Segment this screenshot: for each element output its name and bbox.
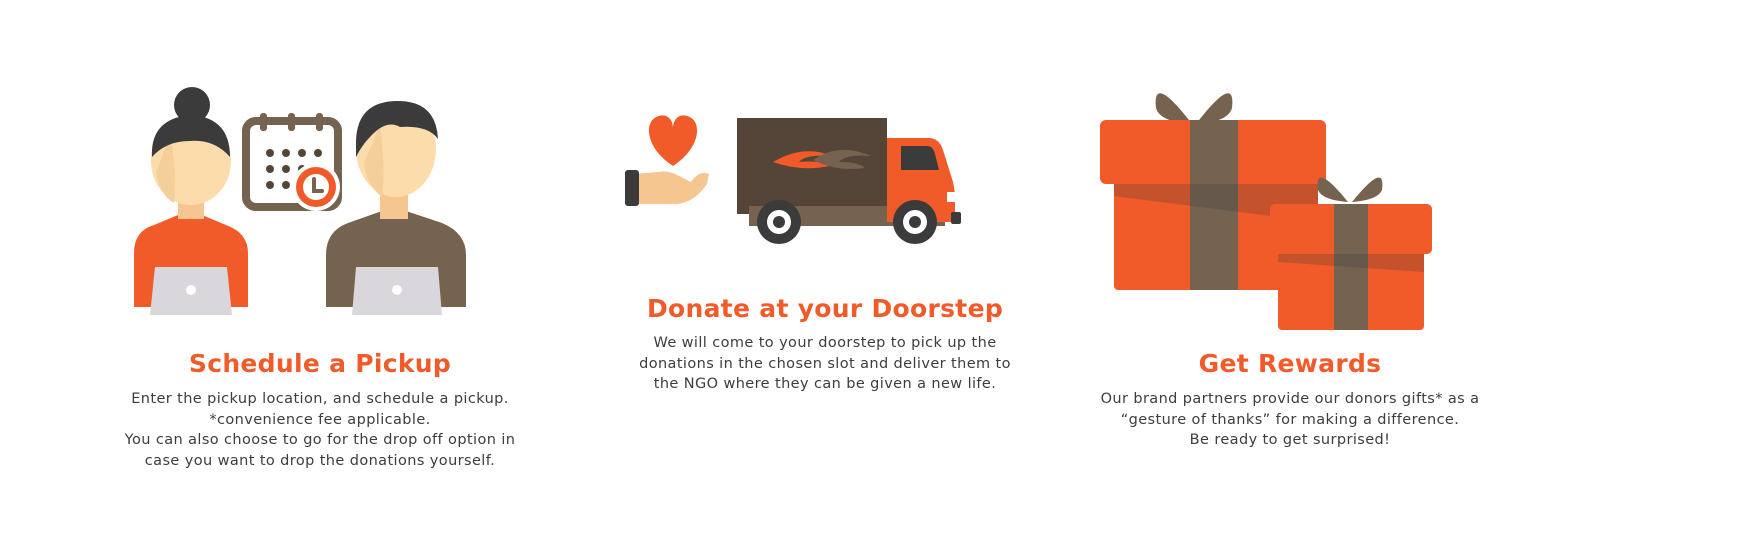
heart-hand — [625, 115, 709, 206]
description-line: Be ready to get surprised! — [1189, 432, 1391, 448]
step-description: Enter the pickup location, and schedule … — [100, 389, 540, 471]
people-laptop-calendar-icon — [134, 87, 466, 315]
heart-hand-truck-icon — [625, 115, 961, 244]
gift-boxes-icon — [1100, 93, 1432, 330]
woman-figure — [134, 87, 248, 315]
description-line: You can also choose to go for the drop o… — [124, 432, 516, 448]
description-line: *convenience fee applicable. — [209, 411, 431, 428]
step-title: Schedule a Pickup — [188, 349, 452, 378]
description-line: case you want to drop the donations your… — [144, 452, 496, 469]
description-line: We will come to your doorstep to pick up… — [653, 335, 997, 351]
step-schedule-pickup: Schedule a Pickup Enter the pickup locat… — [100, 0, 540, 559]
description-line: the NGO where they can be given a new li… — [653, 376, 997, 392]
description-line: “gesture of thanks” for making a differe… — [1120, 411, 1460, 428]
calendar-clock — [242, 113, 342, 211]
man-figure — [326, 101, 466, 315]
description-line: Our brand partners provide our donors gi… — [1100, 391, 1480, 407]
description-line: Enter the pickup location, and schedule … — [131, 391, 509, 407]
step-title: Get Rewards — [1198, 349, 1382, 378]
step-get-rewards: Get Rewards Our brand partners provide o… — [1080, 0, 1500, 559]
truck — [737, 118, 961, 244]
step-description: We will come to your doorstep to pick up… — [560, 333, 1090, 395]
step-donate-doorstep: Donate at your Doorstep We will come to … — [560, 0, 1090, 559]
step-description: Our brand partners provide our donors gi… — [1080, 389, 1500, 451]
description-line: donations in the chosen slot and deliver… — [639, 355, 1011, 372]
step-title: Donate at your Doorstep — [646, 294, 1004, 323]
